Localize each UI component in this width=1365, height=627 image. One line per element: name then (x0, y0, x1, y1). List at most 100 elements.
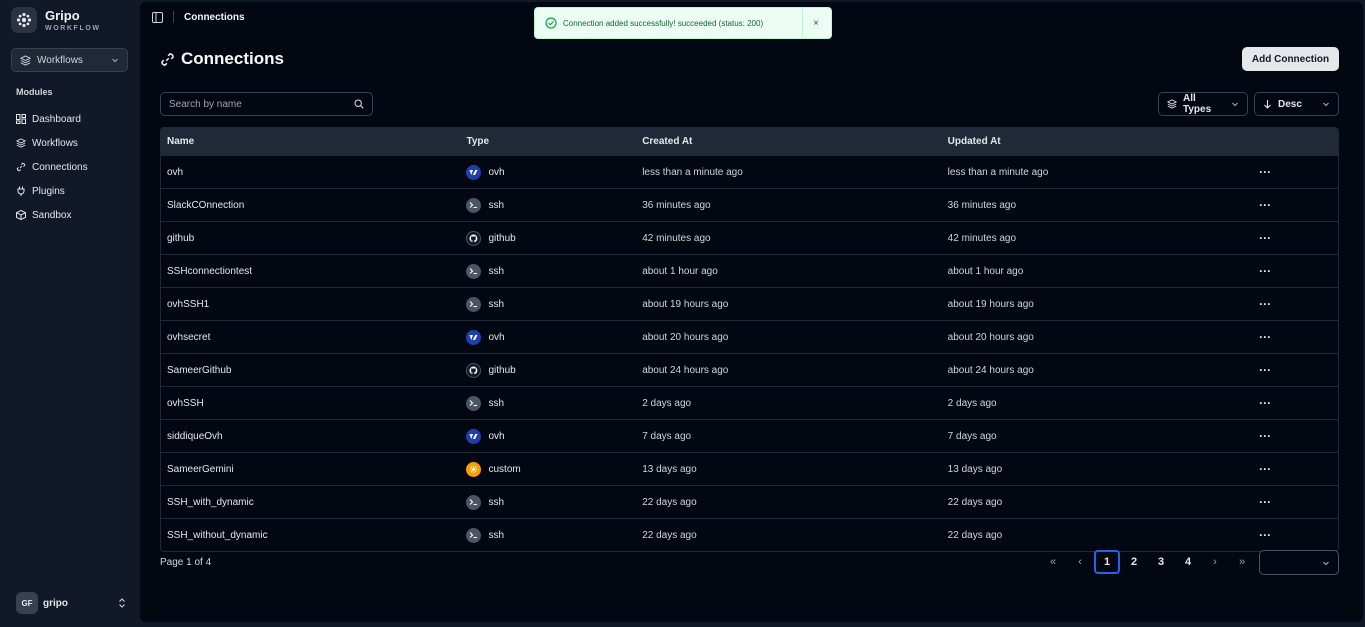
connection-name[interactable]: github (161, 233, 466, 244)
table-row[interactable]: SSH_with_dynamic ssh 22 days ago 22 days ag… (161, 485, 1338, 518)
connection-name[interactable]: SameerGemini (161, 464, 466, 475)
more-actions-icon[interactable]: ··· (1259, 462, 1271, 476)
column-header-name[interactable]: Name (161, 136, 466, 147)
layers-icon (1167, 99, 1177, 109)
sidebar-item-label: Workflows (32, 137, 78, 149)
search-input[interactable] (169, 98, 354, 110)
more-actions-icon[interactable]: ··· (1259, 198, 1271, 212)
connection-name[interactable]: ovh (161, 167, 466, 178)
connection-type: ovh (466, 164, 642, 180)
connection-name[interactable]: siddiqueOvh (161, 431, 466, 442)
next-page-button[interactable]: › (1202, 550, 1228, 574)
first-page-button[interactable]: « (1040, 550, 1066, 574)
page-button-3[interactable]: 3 (1148, 550, 1174, 574)
chevron-down-icon (1323, 102, 1329, 107)
brand[interactable]: Gripo WORKFLOW (11, 7, 101, 33)
updated-at: 7 days ago (947, 430, 997, 442)
ssh-icon (466, 494, 482, 510)
page-button-2[interactable]: 2 (1121, 550, 1147, 574)
sidebar-item-workflows[interactable]: Workflows (16, 131, 131, 155)
created-at: 36 minutes ago (642, 199, 711, 211)
breadcrumb[interactable]: Connections (184, 12, 245, 23)
connection-type-label: github (488, 364, 516, 376)
more-actions-icon[interactable]: ··· (1259, 495, 1271, 509)
workspace-label: Workflows (37, 54, 83, 66)
chevron-down-icon (112, 58, 118, 63)
row-actions: ··· (1259, 198, 1338, 212)
workspace-select[interactable]: Workflows (11, 48, 128, 72)
page-numbers: 1234 (1094, 550, 1202, 574)
connection-name[interactable]: ovhSSH1 (161, 299, 466, 310)
connection-name[interactable]: SameerGithub (161, 365, 466, 376)
connection-type-label: ssh (488, 496, 505, 508)
connection-name[interactable]: SSHconnectiontest (161, 266, 466, 277)
connection-name[interactable]: SSH_without_dynamic (161, 530, 466, 541)
page-info: Page 1 of 4 (160, 557, 212, 568)
table-row[interactable]: SameerGemini custom 13 days ago 13 days ago… (161, 452, 1338, 485)
more-actions-icon[interactable]: ··· (1259, 363, 1271, 377)
table-row[interactable]: SlackCOnnection ssh 36 minutes ago 36 minut… (161, 188, 1338, 221)
table-row[interactable]: ovh ovh less than a minute ago less than a … (161, 155, 1338, 188)
connection-type: custom (466, 461, 642, 477)
connection-type-label: ovh (488, 430, 505, 442)
sidebar-toggle-icon[interactable] (152, 11, 163, 23)
connection-name[interactable]: SlackCOnnection (161, 200, 466, 211)
add-connection-button[interactable]: Add Connection (1242, 47, 1339, 71)
column-header-updated[interactable]: Updated At (948, 136, 1259, 147)
updated-at: 22 days ago (947, 496, 1003, 508)
table-row[interactable]: siddiqueOvh ovh 7 days ago 7 days ago ··· (161, 419, 1338, 452)
prev-page-button[interactable]: ‹ (1067, 550, 1093, 574)
more-actions-icon[interactable]: ··· (1259, 231, 1271, 245)
table-row[interactable]: ovhSSH1 ssh about 19 hours ago about 19 hou… (161, 287, 1338, 320)
table-row[interactable]: ovhSSH ssh 2 days ago 2 days ago ··· (161, 386, 1338, 419)
more-actions-icon[interactable]: ··· (1259, 264, 1271, 278)
more-actions-icon[interactable]: ··· (1259, 429, 1271, 443)
arrow-down-icon (1264, 100, 1271, 109)
table-row[interactable]: github github 42 minutes ago 42 minutes ago… (161, 221, 1338, 254)
created-at: 22 days ago (642, 529, 697, 541)
type-filter-select[interactable]: All Types (1158, 92, 1248, 116)
connection-type: ssh (466, 263, 642, 279)
connection-name[interactable]: ovhSSH (161, 398, 466, 409)
column-header-created[interactable]: Created At (642, 136, 947, 147)
sidebar-item-sandbox[interactable]: Sandbox (16, 203, 131, 227)
layers-icon (16, 138, 26, 148)
connection-name[interactable]: SSH_with_dynamic (161, 497, 466, 508)
sidebar-item-plugins[interactable]: Plugins (16, 179, 131, 203)
column-header-type[interactable]: Type (466, 136, 642, 147)
row-actions: ··· (1259, 495, 1338, 509)
user-menu[interactable]: GF gripo (16, 592, 126, 614)
more-actions-icon[interactable]: ··· (1259, 396, 1271, 410)
updated-at: 2 days ago (947, 397, 997, 409)
search-icon (354, 99, 364, 109)
connection-type: ssh (466, 197, 642, 213)
connection-type-label: ssh (488, 397, 505, 409)
table-row[interactable]: SSHconnectiontest ssh about 1 hour ago abou… (161, 254, 1338, 287)
table-row[interactable]: SSH_without_dynamic ssh 22 days ago 22 days… (161, 518, 1338, 551)
toast-close-button[interactable]: × (811, 18, 821, 29)
last-page-button[interactable]: » (1229, 550, 1255, 574)
table-row[interactable]: ovhsecret ovh about 20 hours ago about 20 h… (161, 320, 1338, 353)
more-actions-icon[interactable]: ··· (1259, 330, 1271, 344)
updated-at: less than a minute ago (947, 166, 1049, 178)
created-at: 2 days ago (642, 397, 692, 409)
sort-select[interactable]: Desc (1254, 92, 1339, 116)
sidebar-item-connections[interactable]: Connections (16, 155, 131, 179)
more-actions-icon[interactable]: ··· (1259, 297, 1271, 311)
sidebar-item-label: Connections (32, 161, 88, 173)
table-body: ovh ovh less than a minute ago less than a … (161, 155, 1338, 551)
page-button-1[interactable]: 1 (1094, 550, 1120, 574)
connection-type-label: ssh (488, 529, 505, 541)
more-actions-icon[interactable]: ··· (1259, 165, 1271, 179)
table-row[interactable]: SameerGithub github about 24 hours ago abou… (161, 353, 1338, 386)
created-at: about 1 hour ago (642, 265, 718, 277)
page-button-4[interactable]: 4 (1175, 550, 1201, 574)
row-actions: ··· (1259, 264, 1338, 278)
connection-name[interactable]: ovhsecret (161, 332, 466, 343)
page-size-select[interactable] (1259, 550, 1339, 575)
ovh-icon (466, 428, 482, 444)
more-actions-icon[interactable]: ··· (1259, 528, 1271, 542)
topbar: Connections (152, 11, 245, 23)
ovh-icon (466, 329, 482, 345)
sidebar-item-dashboard[interactable]: Dashboard (16, 107, 131, 131)
